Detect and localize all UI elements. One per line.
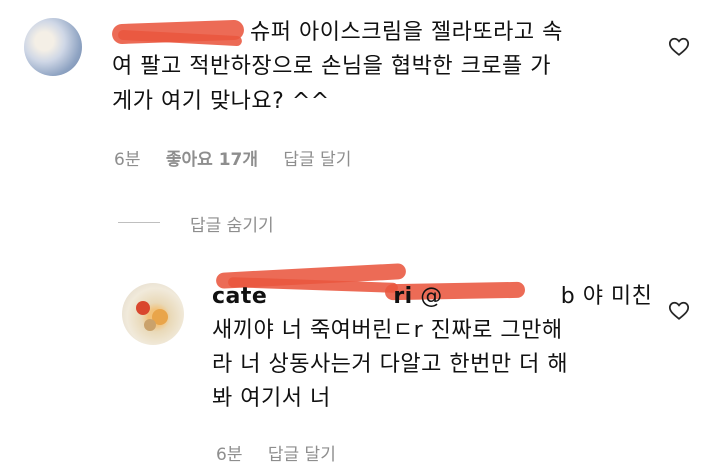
heart-outline-icon[interactable] xyxy=(668,36,690,58)
username[interactable]: cate xyxy=(212,284,267,309)
comment-text: 라 너 상동사는거 다알고 한번만 더 해 xyxy=(212,350,568,380)
reply-button[interactable]: 답글 달기 xyxy=(283,150,351,170)
comment-text: 봐 여기서 너 xyxy=(212,384,331,414)
reply-button[interactable]: 답글 달기 xyxy=(268,445,336,465)
like-count[interactable]: 좋아요 17개 xyxy=(166,150,258,170)
timestamp: 6분 xyxy=(216,445,243,465)
comment-meta: 6분 답글 달기 xyxy=(216,440,356,465)
avatar[interactable] xyxy=(24,18,82,76)
mention[interactable]: @ xyxy=(420,284,443,309)
comment-line: 게가 여기 맞나요? ^^ xyxy=(112,89,330,114)
comment-text: cate ri @ b 야 미친 xyxy=(212,282,652,312)
comment-text: 슈퍼 아이스크림을 젤라또라고 속 xyxy=(250,18,563,48)
timestamp: 6분 xyxy=(114,150,141,170)
comment-text: 새끼야 너 죽여버린ㄷr 진짜로 그만해 xyxy=(212,316,563,346)
comment-line: 야 미친 xyxy=(582,284,653,309)
hide-replies-button[interactable]: 답글 숨기기 xyxy=(190,211,274,236)
avatar-decoration xyxy=(144,319,156,331)
comment-meta: 6분 좋아요 17개 답글 달기 xyxy=(114,145,371,170)
comment-text: 게가 여기 맞나요? ^^ xyxy=(112,87,330,117)
username-suffix[interactable]: ri xyxy=(393,284,412,309)
comment-line: 여 팔고 적반하장으로 손님을 협박한 크로플 가 xyxy=(112,54,552,79)
comment-line: 슈퍼 아이스크림을 젤라또라고 속 xyxy=(250,20,563,45)
comment-line: 봐 여기서 너 xyxy=(212,386,331,411)
heart-outline-icon[interactable] xyxy=(668,300,690,322)
comment-text: 여 팔고 적반하장으로 손님을 협박한 크로플 가 xyxy=(112,52,551,82)
divider-line xyxy=(118,222,160,223)
avatar-decoration xyxy=(136,301,150,315)
mention-end[interactable]: b xyxy=(561,284,575,309)
avatar[interactable] xyxy=(122,283,184,345)
comment-line: 라 너 상동사는거 다알고 한번만 더 해 xyxy=(212,352,569,377)
comment-line: 새끼야 너 죽여버린ㄷr 진짜로 그만해 xyxy=(212,318,563,343)
